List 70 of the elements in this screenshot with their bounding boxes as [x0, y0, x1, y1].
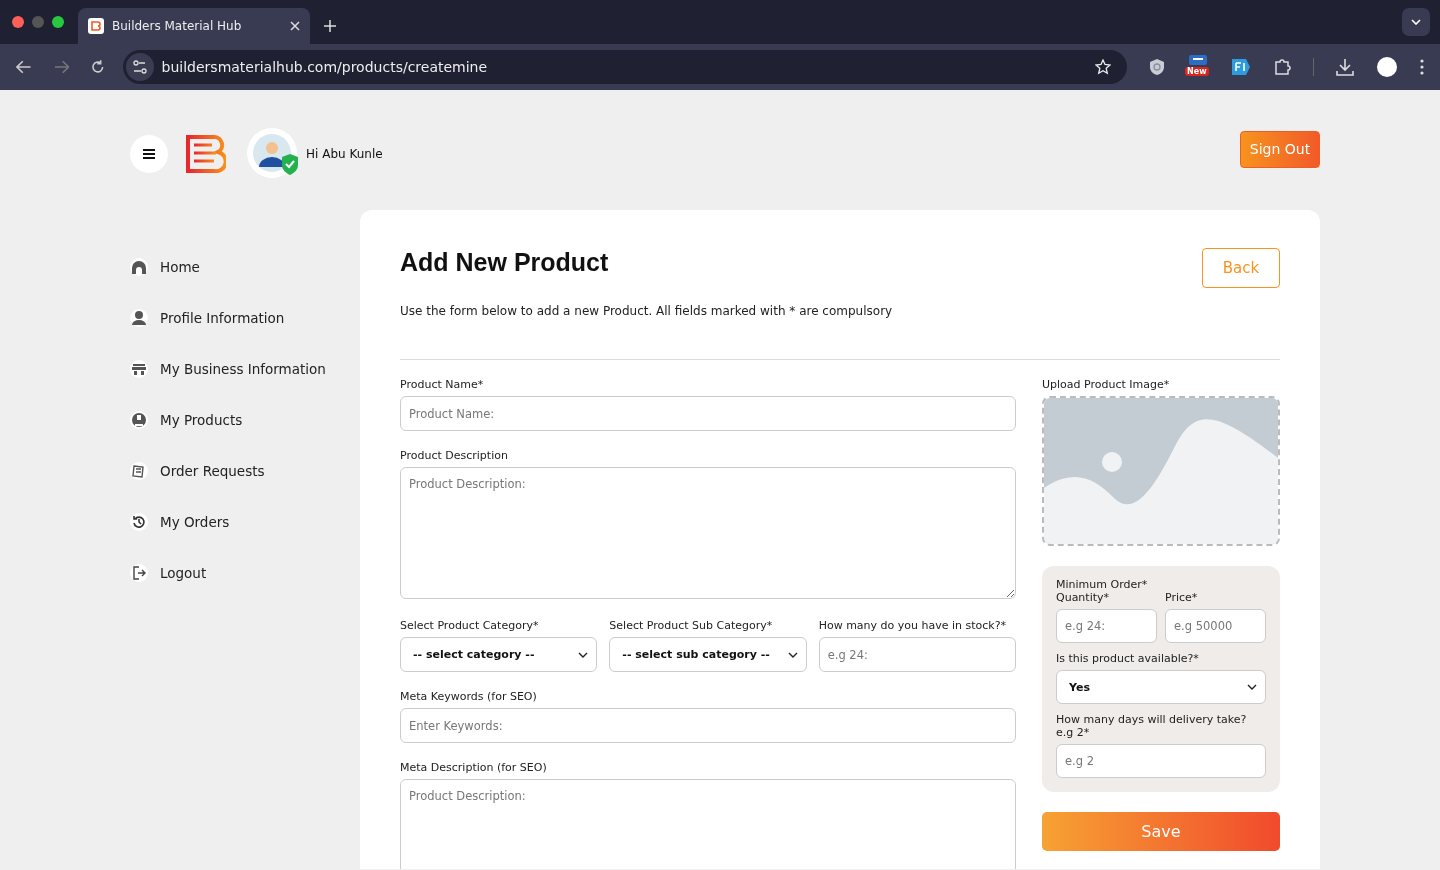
field-label: Select Product Sub Category* — [609, 619, 774, 632]
sidebar-item[interactable]: Home — [130, 258, 360, 276]
field-label: Meta Keywords (for SEO) — [400, 690, 538, 703]
sidebar-item[interactable]: Logout — [130, 564, 360, 582]
tab-title: Builders Material Hub — [112, 19, 243, 33]
sidebar-item[interactable]: My Business Information — [130, 360, 360, 378]
field-label: How many do you have in stock?* — [818, 619, 1008, 632]
input-field[interactable]: e.g 50000 — [1165, 609, 1266, 643]
logout-icon — [130, 564, 148, 582]
sidebar-item[interactable]: Order Requests — [130, 462, 360, 480]
input-field[interactable]: Enter Keywords: — [400, 708, 1016, 743]
field-label: Product Name* — [400, 378, 485, 391]
shop-icon — [130, 360, 148, 378]
field-label: Select Product Category* — [400, 619, 540, 632]
person-icon — [130, 309, 148, 327]
close-tab-icon[interactable] — [290, 21, 300, 31]
form-instructions: Use the form below to add a new Product. All fields marked with * are compulsory — [400, 304, 894, 318]
profile-icon[interactable] — [1376, 56, 1398, 78]
image-placeholder-icon — [1044, 398, 1278, 544]
more-menu-icon[interactable] — [1420, 59, 1424, 75]
logo-icon — [186, 135, 226, 173]
input-field[interactable]: Product Name: — [400, 396, 1016, 431]
extension-button[interactable]: New — [1187, 55, 1209, 79]
user-greeting: Hi Abu Kunle — [306, 147, 383, 161]
dropdown[interactable]: -- select category -- — [400, 637, 598, 672]
download-icon[interactable] — [1336, 58, 1354, 76]
page-title: Add New Product — [400, 247, 609, 277]
field-label: Price* — [1165, 591, 1199, 604]
input-field[interactable]: e.g 24: — [818, 637, 1016, 672]
text-area[interactable]: Product Description: — [400, 467, 1016, 599]
list-icon — [130, 462, 148, 480]
reload-icon[interactable] — [91, 60, 105, 74]
field-label: Product Description — [400, 449, 509, 462]
close-window-button[interactable] — [12, 16, 24, 28]
history-icon — [130, 513, 148, 531]
url-text: buildersmaterialhub.com/products/createmine — [161, 59, 488, 75]
address-bar[interactable]: buildersmaterialhub.com/products/createmine — [122, 50, 1127, 84]
new-badge: New — [1185, 67, 1209, 76]
shield-icon[interactable] — [1149, 58, 1165, 76]
chevron-down-icon — [1247, 684, 1257, 690]
new-tab-icon[interactable] — [324, 20, 336, 32]
site-favicon-icon — [88, 18, 104, 34]
browser-tab[interactable]: Builders Material Hub — [78, 8, 310, 44]
field-label: How many days will delivery take? e.g 2* — [1056, 713, 1248, 739]
dropdown[interactable]: Yes — [1056, 670, 1266, 704]
sidebar-item[interactable]: Profile Information — [130, 309, 360, 327]
chevron-down-icon — [578, 651, 589, 658]
field-label: Is this product available?* — [1056, 652, 1200, 665]
document-icon — [1189, 55, 1207, 65]
chevron-down-icon — [1411, 19, 1421, 25]
bookmark-star-icon[interactable] — [1095, 59, 1111, 75]
back-icon[interactable] — [16, 60, 32, 74]
field-label: Meta Description (for SEO) — [400, 761, 548, 774]
menu-button[interactable] — [130, 135, 168, 173]
maximize-window-button[interactable] — [52, 16, 64, 28]
input-field[interactable]: e.g 24: — [1056, 609, 1157, 643]
dropdown[interactable]: -- select sub category -- — [609, 637, 807, 672]
puzzle-icon[interactable] — [1273, 58, 1291, 76]
sidebar-item[interactable]: My Products — [130, 411, 360, 429]
sidebar-item[interactable]: My Orders — [130, 513, 360, 531]
tab-list-button[interactable] — [1402, 8, 1430, 36]
field-label: Minimum Order* Quantity* — [1056, 578, 1149, 604]
extension-tag-icon[interactable] — [1231, 58, 1251, 76]
site-settings-icon[interactable] — [125, 53, 154, 81]
text-area[interactable]: Product Description: — [400, 779, 1016, 869]
field-label: Upload Product Image* — [1042, 378, 1171, 391]
chevron-down-icon — [787, 651, 798, 658]
home-icon — [130, 258, 148, 276]
menu-icon — [143, 149, 155, 159]
input-field[interactable]: e.g 2 — [1056, 744, 1266, 778]
